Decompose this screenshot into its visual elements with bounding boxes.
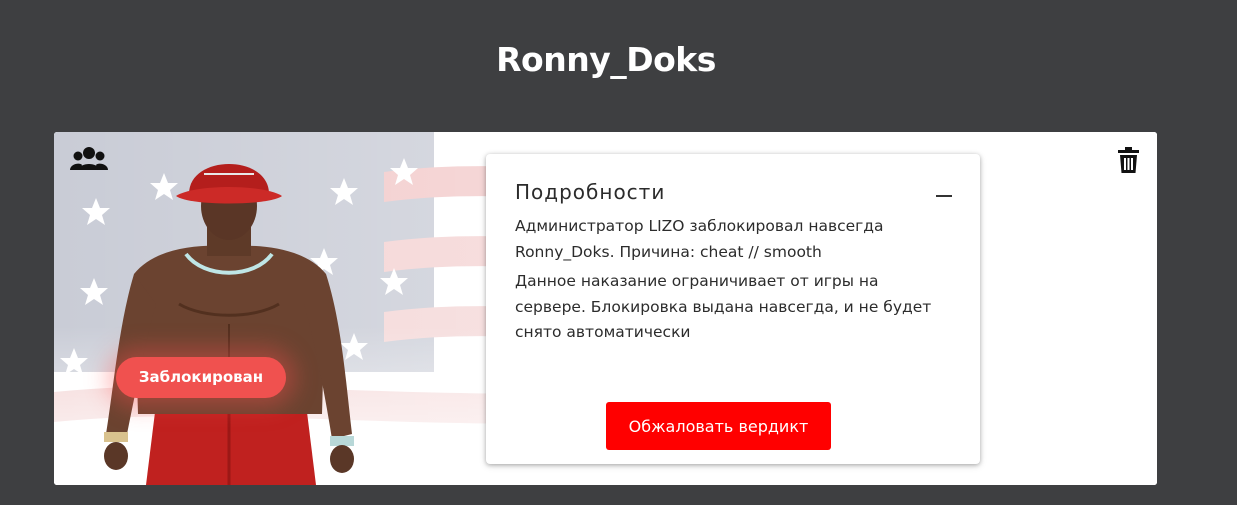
trash-icon[interactable] bbox=[1118, 147, 1139, 173]
ban-description: Данное наказание ограничивает от игры на… bbox=[515, 272, 932, 341]
details-title: Подробности bbox=[515, 180, 666, 204]
ban-card: Заблокирован Подробности Администратор L… bbox=[54, 132, 1157, 485]
users-group-icon[interactable] bbox=[70, 146, 108, 172]
details-panel: Подробности Администратор LIZO заблокиро… bbox=[486, 154, 980, 464]
status-badge: Заблокирован bbox=[116, 357, 286, 398]
appeal-button[interactable]: Обжаловать вердикт bbox=[606, 402, 831, 450]
page-title: Ronny_Doks bbox=[496, 40, 716, 79]
ban-message: Администратор LIZO заблокировал навсегда… bbox=[515, 217, 884, 261]
character-avatar bbox=[104, 164, 354, 485]
minus-icon[interactable] bbox=[934, 181, 954, 205]
